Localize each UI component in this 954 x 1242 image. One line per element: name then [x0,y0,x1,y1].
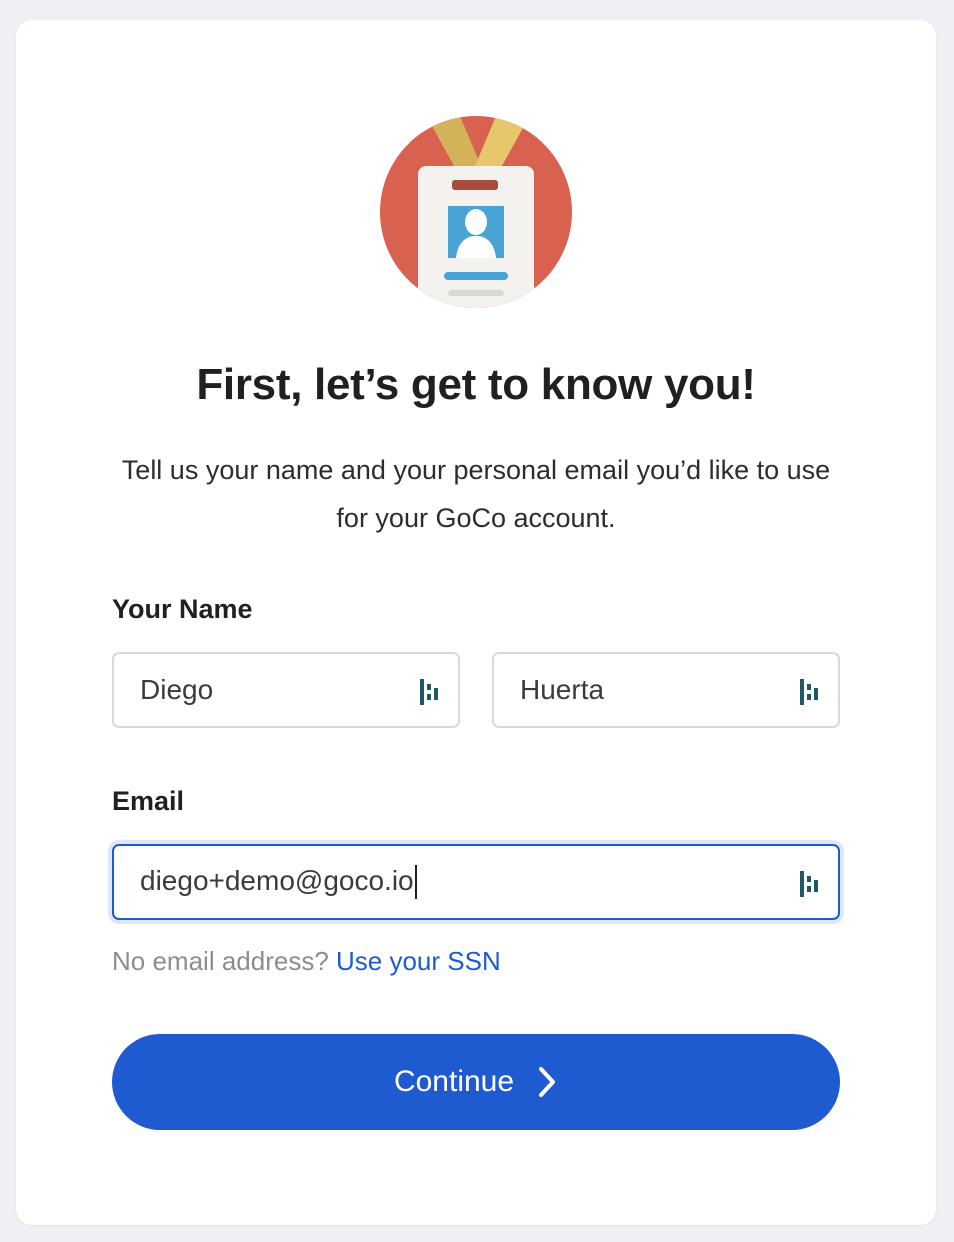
first-name-field[interactable]: Diego [112,652,460,728]
use-ssn-link[interactable]: Use your SSN [336,946,501,976]
email-value: diego+demo@goco.io [140,865,838,900]
page-subtitle: Tell us your name and your personal emai… [121,455,831,533]
email-field[interactable]: diego+demo@goco.io [112,844,840,920]
chevron-right-icon [539,1067,556,1097]
continue-label: Continue [393,1065,515,1098]
last-name-field[interactable]: Huerta [492,652,840,728]
last-name-value: Huerta [520,674,605,705]
email-label: Email [112,786,185,816]
email-helper: No email address? Use your SSN [112,946,501,977]
first-name-value: Diego [140,674,214,705]
page-title: First, let’s get to know you! [196,360,756,409]
text-caret [414,865,417,900]
dashlane-autofill-icon[interactable] [798,677,822,707]
name-label: Your Name [112,594,253,624]
onboarding-card: First, let’s get to know you! Tell us yo… [16,20,936,1225]
dashlane-autofill-icon[interactable] [418,677,442,707]
id-badge-icon [380,116,572,308]
email-text: diego+demo@goco.io [140,864,414,896]
dashlane-autofill-icon[interactable] [798,869,822,899]
continue-button[interactable]: Continue [112,1034,840,1130]
helper-text: No email address? [112,946,329,976]
